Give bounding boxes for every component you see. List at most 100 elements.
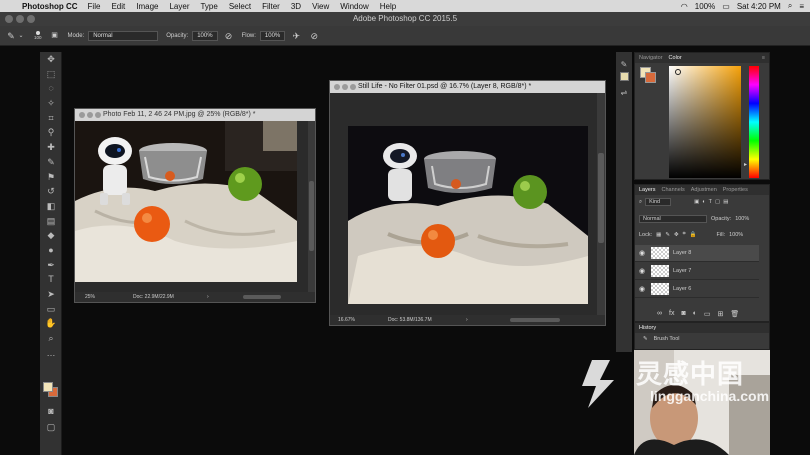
filter-shape-icon[interactable]: ▢ bbox=[715, 199, 720, 205]
zoom-level[interactable]: 16.67% bbox=[338, 315, 355, 325]
quick-mask-icon[interactable]: ◙ bbox=[40, 404, 62, 419]
add-mask-icon[interactable]: ◙ bbox=[681, 310, 685, 318]
hue-slider-handle[interactable]: ▸ bbox=[744, 161, 747, 168]
layer-name[interactable]: Layer 6 bbox=[673, 286, 691, 292]
minimize-document-button[interactable] bbox=[87, 112, 93, 118]
layer-name[interactable]: Layer 7 bbox=[673, 268, 691, 274]
foreground-color-swatch[interactable] bbox=[43, 382, 53, 392]
menu-layer[interactable]: Layer bbox=[169, 2, 189, 11]
horizontal-scrollbar[interactable] bbox=[510, 318, 560, 322]
tab-channels[interactable]: Channels bbox=[662, 187, 685, 193]
menu-3d[interactable]: 3D bbox=[291, 2, 301, 11]
layer-name[interactable]: Layer 8 bbox=[673, 250, 691, 256]
color-picker-cursor[interactable] bbox=[675, 69, 681, 75]
close-window-button[interactable] bbox=[5, 15, 13, 23]
minimize-document-button[interactable] bbox=[342, 84, 348, 90]
filter-type-icon[interactable]: T bbox=[709, 199, 712, 205]
link-layers-icon[interactable]: ∞ bbox=[657, 310, 662, 318]
layer-row[interactable]: ◉ Layer 7 bbox=[635, 263, 759, 280]
minimize-window-button[interactable] bbox=[16, 15, 24, 23]
panel-bg-swatch[interactable] bbox=[645, 72, 656, 83]
menu-window[interactable]: Window bbox=[340, 2, 368, 11]
tab-adjustments[interactable]: Adjustmen bbox=[691, 187, 717, 193]
delete-layer-icon[interactable]: 🗑 bbox=[730, 310, 739, 318]
blur-tool-icon[interactable]: ◆ bbox=[40, 228, 62, 243]
marquee-tool-icon[interactable]: ⬚ bbox=[40, 67, 62, 82]
lock-all-icon[interactable]: 🔒 bbox=[690, 232, 697, 238]
visibility-eye-icon[interactable]: ◉ bbox=[635, 285, 649, 293]
lock-transparent-icon[interactable]: ▦ bbox=[656, 232, 661, 238]
document-title-bar[interactable]: Photo Feb 11, 2 46 24 PM.jpg @ 25% (RGB/… bbox=[75, 109, 315, 121]
layer-thumbnail[interactable] bbox=[651, 283, 669, 295]
tab-color[interactable]: Color bbox=[669, 55, 682, 61]
filter-smart-icon[interactable]: ▤ bbox=[723, 199, 728, 205]
tab-properties[interactable]: Properties bbox=[723, 187, 748, 193]
lock-position-icon[interactable]: ✥ bbox=[674, 232, 679, 238]
status-arrow-icon[interactable]: › bbox=[466, 315, 468, 325]
document-window-still-life[interactable]: Still Life - No Filter 01.psd @ 16.7% (L… bbox=[329, 80, 606, 326]
visibility-eye-icon[interactable]: ◉ bbox=[635, 267, 649, 275]
layer-thumbnail[interactable] bbox=[651, 247, 669, 259]
menu-edit[interactable]: Edit bbox=[111, 2, 125, 11]
zoom-level[interactable]: 25% bbox=[85, 292, 95, 302]
eraser-tool-icon[interactable]: ◧ bbox=[40, 199, 62, 214]
layer-opacity-input[interactable]: 100% bbox=[735, 216, 749, 222]
adjustment-layer-icon[interactable]: ◐ bbox=[693, 310, 697, 318]
new-layer-icon[interactable]: ⊞ bbox=[718, 310, 724, 318]
lock-artboard-icon[interactable]: ⌗ bbox=[683, 231, 686, 238]
menu-app-name[interactable]: Photoshop CC bbox=[22, 2, 78, 11]
layer-row[interactable]: ◉ Layer 8 bbox=[635, 245, 759, 262]
chevron-down-icon[interactable]: ⌄ bbox=[16, 31, 26, 41]
status-arrow-icon[interactable]: › bbox=[207, 292, 209, 302]
opacity-input[interactable]: 100% bbox=[192, 30, 218, 41]
brush-presets-icon[interactable]: ✎ bbox=[616, 58, 632, 72]
menu-select[interactable]: Select bbox=[229, 2, 251, 11]
filter-kind-select[interactable]: Kind bbox=[645, 198, 672, 206]
crop-tool-icon[interactable]: ⌗ bbox=[40, 111, 62, 126]
clone-stamp-tool-icon[interactable]: ⚑ bbox=[40, 170, 62, 185]
filter-adjust-icon[interactable]: ◐ bbox=[702, 199, 705, 205]
path-select-tool-icon[interactable]: ➤ bbox=[40, 287, 62, 302]
pen-tool-icon[interactable]: ✒ bbox=[40, 258, 62, 273]
history-item[interactable]: Brush Tool bbox=[654, 336, 680, 342]
document-title-bar[interactable]: Still Life - No Filter 01.psd @ 16.7% (L… bbox=[330, 81, 605, 93]
search-icon[interactable]: ⌕ bbox=[788, 1, 792, 11]
tab-navigator[interactable]: Navigator bbox=[639, 55, 663, 61]
new-group-icon[interactable]: ▭ bbox=[704, 310, 711, 318]
clock[interactable]: Sat 4:20 PM bbox=[737, 2, 781, 11]
layer-thumbnail[interactable] bbox=[651, 265, 669, 277]
lasso-tool-icon[interactable]: ◌ bbox=[40, 81, 62, 96]
eyedropper-tool-icon[interactable]: ⚲ bbox=[40, 125, 62, 140]
swatch-panel-icon[interactable] bbox=[616, 72, 632, 86]
menu-type[interactable]: Type bbox=[200, 2, 217, 11]
airbrush-icon[interactable]: ✈ bbox=[291, 31, 301, 41]
battery-icon[interactable]: ▭ bbox=[722, 2, 730, 11]
hue-slider[interactable] bbox=[749, 66, 759, 178]
gradient-tool-icon[interactable]: ▤ bbox=[40, 214, 62, 229]
document-window-photo[interactable]: Photo Feb 11, 2 46 24 PM.jpg @ 25% (RGB/… bbox=[74, 108, 316, 303]
visibility-eye-icon[interactable]: ◉ bbox=[635, 249, 649, 257]
close-document-button[interactable] bbox=[79, 112, 85, 118]
brush-tool-icon[interactable]: ✎ bbox=[40, 155, 62, 170]
canvas-photo[interactable] bbox=[75, 121, 297, 282]
vertical-scrollbar[interactable] bbox=[597, 93, 605, 317]
wifi-icon[interactable]: ◠ bbox=[681, 2, 688, 11]
vertical-scrollbar[interactable] bbox=[308, 121, 315, 292]
layer-style-icon[interactable]: fx bbox=[669, 310, 674, 318]
filter-search-icon[interactable]: ⌕ bbox=[639, 199, 642, 206]
fill-input[interactable]: 100% bbox=[729, 232, 743, 238]
canvas-painting[interactable] bbox=[348, 126, 588, 304]
hand-tool-icon[interactable]: ✋ bbox=[40, 316, 62, 331]
panel-menu-icon[interactable]: ≡ bbox=[762, 55, 765, 61]
menu-image[interactable]: Image bbox=[136, 2, 158, 11]
shape-tool-icon[interactable]: ▭ bbox=[40, 302, 62, 317]
horizontal-scrollbar[interactable] bbox=[243, 295, 281, 299]
color-saturation-field[interactable] bbox=[669, 66, 741, 178]
screen-mode-icon[interactable]: ▢ bbox=[40, 420, 62, 435]
lock-pixels-icon[interactable]: ✎ bbox=[665, 232, 670, 238]
brush-panel-icon[interactable]: ▣ bbox=[50, 31, 60, 41]
quick-select-tool-icon[interactable]: ✧ bbox=[40, 96, 62, 111]
notification-icon[interactable]: ≡ bbox=[799, 2, 804, 11]
mode-select[interactable]: Normal bbox=[88, 30, 159, 41]
doc-size[interactable]: Doc: 22.9M/22.9M bbox=[133, 292, 174, 302]
